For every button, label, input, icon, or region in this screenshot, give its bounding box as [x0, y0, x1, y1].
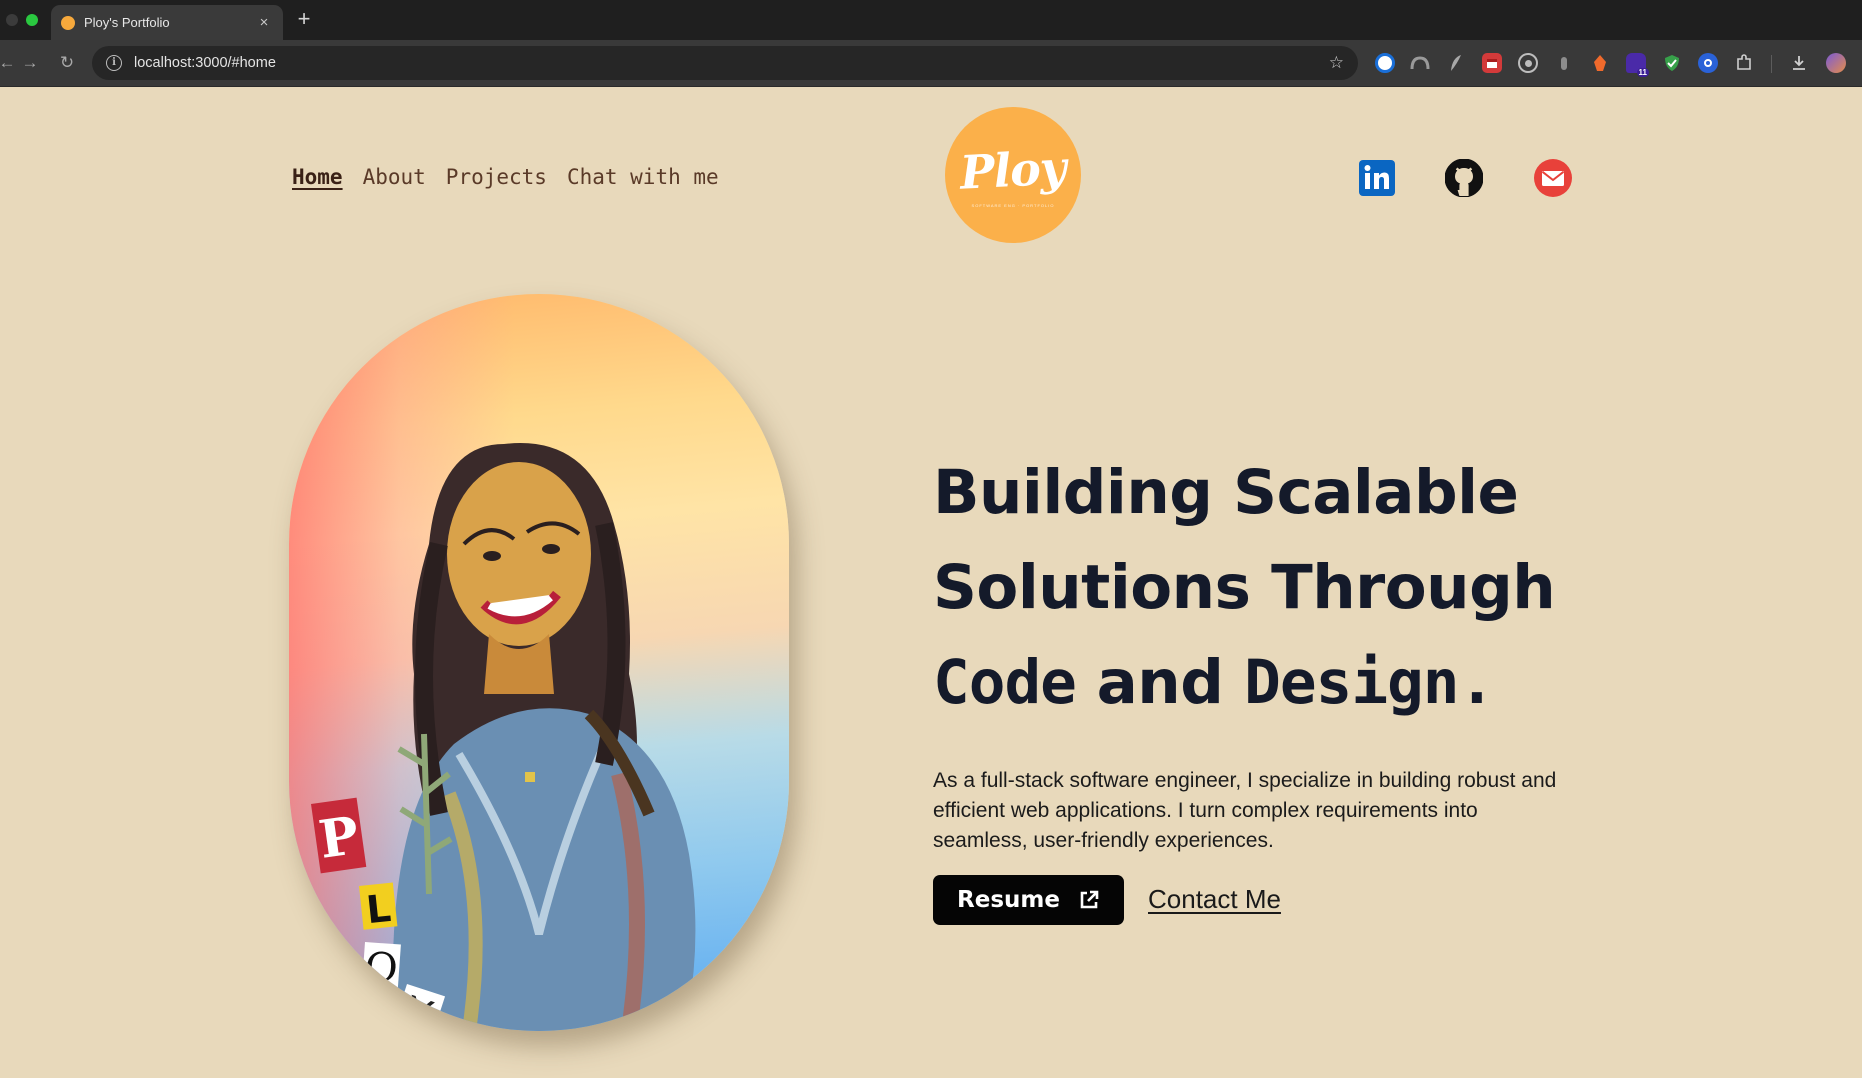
address-bar[interactable]: i localhost:3000/#home ☆ — [92, 46, 1358, 80]
github-icon[interactable] — [1444, 158, 1484, 198]
portrait-letter-o: O — [363, 944, 399, 992]
logo-tagline: SOFTWARE ENG · PORTFOLIO — [971, 202, 1055, 208]
portrait-illustration: P L O Y — [311, 443, 696, 1031]
headline-design-word: Design. — [1244, 647, 1495, 718]
cloud-icon[interactable] — [1410, 53, 1430, 73]
headline-line-2: Solutions Through — [933, 552, 1556, 623]
headline-and-word: and — [1075, 647, 1245, 718]
contact-me-link[interactable]: Contact Me — [1148, 884, 1281, 915]
feather-icon[interactable] — [1446, 53, 1466, 73]
resume-button[interactable]: Resume — [933, 875, 1124, 925]
puzzle-icon[interactable] — [1734, 53, 1754, 73]
target-icon[interactable] — [1518, 53, 1538, 73]
toolbar-divider — [1771, 55, 1772, 73]
site-logo[interactable]: Ploy SOFTWARE ENG · PORTFOLIO — [945, 107, 1081, 243]
browser-tab-bar: Ploy's Portfolio × + — [0, 0, 1862, 40]
nav-chat-with-me[interactable]: Chat with me — [567, 165, 719, 189]
favicon-icon — [61, 15, 75, 30]
browser-toolbar: ← → ↻ i localhost:3000/#home ☆ 11 — [0, 40, 1862, 87]
site-info-icon[interactable]: i — [106, 55, 122, 71]
resume-label: Resume — [957, 887, 1060, 913]
download-icon[interactable] — [1789, 53, 1809, 73]
forward-button[interactable]: → — [17, 50, 43, 76]
reload-button[interactable]: ↻ — [54, 50, 80, 76]
profile-icon[interactable] — [1826, 53, 1846, 73]
calendar-icon[interactable] — [1482, 53, 1502, 73]
browser-tab[interactable]: Ploy's Portfolio × — [51, 5, 283, 40]
bookmark-star-icon[interactable]: ☆ — [1329, 53, 1344, 73]
email-icon[interactable] — [1534, 159, 1572, 197]
badge-icon[interactable]: 11 — [1626, 53, 1649, 77]
nav-home[interactable]: Home — [292, 165, 343, 189]
tab-title: Ploy's Portfolio — [84, 15, 170, 30]
shield-check-icon[interactable] — [1662, 53, 1682, 73]
onepassword-icon[interactable] — [1375, 53, 1395, 73]
portfolio-page: Home About Projects Chat with me Ploy SO… — [0, 87, 1862, 1078]
nav-about[interactable]: About — [363, 165, 426, 189]
portrait-letter-l: L — [364, 886, 393, 932]
sync-icon[interactable] — [1698, 53, 1718, 73]
headline-line-1: Building Scalable — [933, 457, 1519, 528]
new-tab-button[interactable]: + — [292, 6, 316, 32]
window-maximize-dot[interactable] — [26, 14, 38, 26]
extension-badge-count: 11 — [1636, 68, 1649, 77]
hero-intro: As a full-stack software engineer, I spe… — [933, 769, 1557, 852]
hero-headline: Building Scalable Solutions Through Code… — [933, 445, 1633, 730]
close-tab-icon[interactable]: × — [255, 14, 273, 31]
main-nav: Home About Projects Chat with me — [292, 165, 719, 189]
headline-code-word: Code — [933, 647, 1077, 718]
profile-portrait: P L O Y — [289, 294, 789, 1031]
linkedin-icon[interactable] — [1358, 159, 1396, 197]
url-text[interactable]: localhost:3000/#home — [134, 55, 1329, 71]
logo-text: Ploy — [958, 139, 1068, 200]
window-close-dot[interactable] — [6, 14, 18, 26]
nav-projects[interactable]: Projects — [446, 165, 547, 189]
external-link-icon — [1080, 890, 1099, 909]
bottle-icon[interactable] — [1554, 53, 1574, 73]
fox-icon[interactable] — [1590, 53, 1610, 73]
